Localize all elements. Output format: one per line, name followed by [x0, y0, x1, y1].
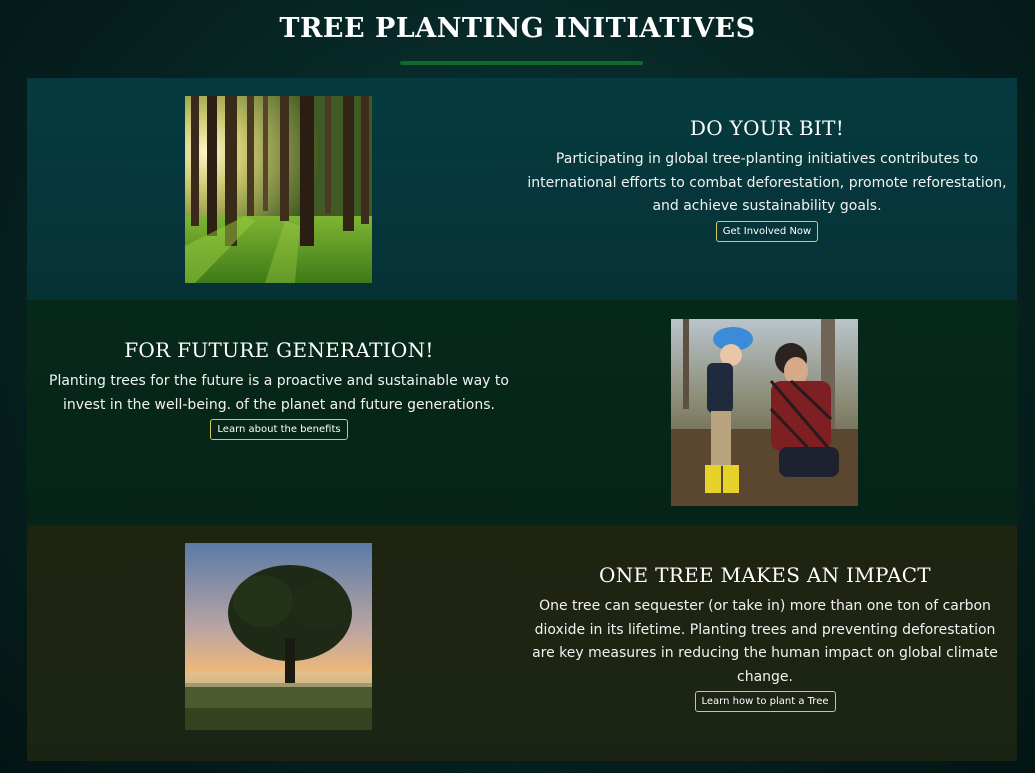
father-child-planting-photo: [671, 319, 858, 506]
get-involved-button[interactable]: Get Involved Now: [715, 220, 819, 242]
section-do-your-bit: DO YOUR BIT! Participating in global tre…: [27, 78, 1017, 300]
section-body: One tree can sequester (or take in) more…: [532, 598, 998, 685]
one-tree-impact-text: ONE TREE MAKES AN IMPACT One tree can se…: [527, 563, 1003, 712]
section-future-generation: FOR FUTURE GENERATION! Planting trees fo…: [27, 300, 1017, 525]
sunlit-forest-photo: [185, 96, 372, 283]
section-one-tree-impact: ONE TREE MAKES AN IMPACT One tree can se…: [27, 525, 1017, 761]
section-heading: FOR FUTURE GENERATION!: [124, 338, 434, 362]
section-heading: DO YOUR BIT!: [689, 116, 845, 140]
page-title: TREE PLANTING INITIATIVES: [279, 13, 756, 44]
learn-benefits-button[interactable]: Learn about the benefits: [210, 419, 348, 440]
section-body: Planting trees for the future is a proac…: [49, 373, 509, 413]
section-body: Participating in global tree-planting in…: [527, 151, 1007, 214]
learn-plant-tree-button[interactable]: Learn how to plant a Tree: [694, 691, 836, 712]
future-generation-text: FOR FUTURE GENERATION! Planting trees fo…: [41, 338, 517, 440]
section-heading: ONE TREE MAKES AN IMPACT: [599, 563, 931, 587]
title-underline: [400, 61, 643, 65]
do-your-bit-text: DO YOUR BIT! Participating in global tre…: [527, 116, 1007, 242]
lone-tree-sunrise-photo: [185, 543, 372, 730]
